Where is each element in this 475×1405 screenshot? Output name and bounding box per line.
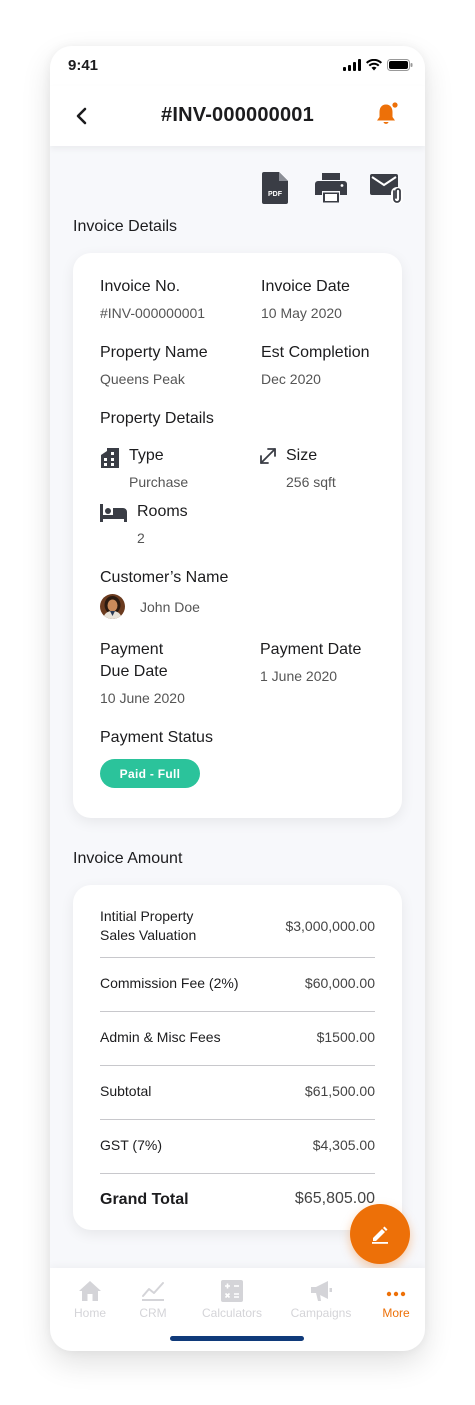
divider bbox=[100, 1011, 375, 1012]
payment-date-value: 1 June 2020 bbox=[260, 668, 338, 684]
property-details-label: Property Details bbox=[100, 410, 214, 427]
invoice-amount-heading: Invoice Amount bbox=[73, 850, 183, 867]
est-completion-value: Dec 2020 bbox=[261, 371, 321, 387]
divider bbox=[100, 1173, 375, 1174]
tab-label: Campaigns bbox=[290, 1306, 352, 1320]
grand-total-label: Grand Total bbox=[100, 1190, 189, 1208]
bell-icon bbox=[377, 101, 399, 124]
mail-attachment-icon bbox=[370, 174, 403, 204]
wifi-icon bbox=[366, 59, 382, 71]
tab-calculators[interactable]: Calculators bbox=[192, 1280, 272, 1320]
tab-label: Calculators bbox=[201, 1306, 263, 1320]
amount-label: Commission Fee (2%) bbox=[100, 974, 239, 991]
property-name-label: Property Name bbox=[100, 344, 208, 361]
status-icons bbox=[343, 59, 413, 71]
building-icon bbox=[101, 448, 119, 468]
pdf-icon: PDF bbox=[262, 172, 288, 204]
amount-label: GST (7%) bbox=[100, 1136, 162, 1153]
phone-screen: 9:41 #INV-000000001 PDF Invoice Details … bbox=[50, 46, 425, 1351]
invoice-actions: PDF bbox=[257, 170, 405, 206]
bed-icon bbox=[100, 504, 127, 522]
status-bar: 9:41 bbox=[50, 46, 425, 86]
tab-crm[interactable]: CRM bbox=[113, 1280, 193, 1320]
divider bbox=[100, 957, 375, 958]
invoice-no-value: #INV-000000001 bbox=[100, 305, 206, 321]
invoice-details-heading: Invoice Details bbox=[73, 218, 178, 235]
rooms-value: 2 bbox=[137, 530, 145, 546]
status-time: 9:41 bbox=[68, 57, 99, 74]
invoice-date-value: 10 May 2020 bbox=[261, 305, 342, 321]
amount-value: $3,000,000.00 bbox=[285, 918, 375, 934]
amount-row-gst: GST (7%) $4,305.00 bbox=[100, 1135, 375, 1155]
avatar bbox=[100, 594, 125, 619]
amount-row-commission: Commission Fee (2%) $60,000.00 bbox=[100, 973, 375, 993]
chart-icon bbox=[142, 1282, 164, 1301]
more-icon bbox=[386, 1291, 406, 1297]
payment-status-label: Payment Status bbox=[100, 729, 213, 746]
tab-label: Home bbox=[73, 1306, 106, 1320]
megaphone-icon bbox=[311, 1281, 332, 1301]
amount-label-line1: Intitial Property bbox=[100, 908, 194, 924]
customer-name-value: John Doe bbox=[140, 599, 200, 615]
battery-icon bbox=[387, 59, 413, 71]
amount-label: Subtotal bbox=[100, 1082, 152, 1099]
status-badge: Paid - Full bbox=[100, 759, 200, 788]
edit-button[interactable] bbox=[350, 1204, 410, 1264]
tab-more[interactable]: More bbox=[356, 1280, 425, 1320]
type-value: Purchase bbox=[129, 474, 189, 490]
divider bbox=[100, 1065, 375, 1066]
payment-due-label-line2: Due Date bbox=[100, 663, 168, 680]
bottom-tab-bar: Home CRM Calculators Campaigns More bbox=[50, 1268, 425, 1351]
invoice-date-label: Invoice Date bbox=[261, 278, 350, 295]
notifications-button[interactable] bbox=[369, 96, 405, 132]
home-indicator bbox=[170, 1336, 304, 1341]
printer-icon bbox=[315, 173, 347, 203]
invoice-no-label: Invoice No. bbox=[100, 278, 181, 295]
payment-date-label: Payment Date bbox=[260, 641, 362, 658]
home-icon bbox=[79, 1281, 101, 1301]
grand-total-value: $65,805.00 bbox=[294, 1190, 375, 1207]
invoice-details-card: Invoice No. #INV-000000001 Invoice Date … bbox=[73, 253, 402, 818]
print-button[interactable] bbox=[313, 170, 349, 206]
type-label: Type bbox=[129, 447, 164, 464]
amount-label: Intitial Property Sales Valuation bbox=[100, 907, 196, 945]
tab-label: CRM bbox=[139, 1306, 167, 1320]
payment-due-label-line1: Payment bbox=[100, 641, 164, 658]
invoice-amount-card: Intitial Property Sales Valuation $3,000… bbox=[73, 885, 402, 1230]
svg-text:PDF: PDF bbox=[268, 191, 283, 198]
amount-value: $61,500.00 bbox=[304, 1083, 375, 1099]
amount-value: $4,305.00 bbox=[312, 1137, 375, 1153]
amount-value: $1500.00 bbox=[316, 1029, 375, 1045]
tab-label: More bbox=[382, 1306, 410, 1320]
pdf-button[interactable]: PDF bbox=[257, 170, 293, 206]
payment-due-value: 10 June 2020 bbox=[100, 690, 185, 706]
property-name-value: Queens Peak bbox=[100, 371, 185, 387]
app-header: #INV-000000001 bbox=[50, 86, 425, 146]
est-completion-label: Est Completion bbox=[261, 344, 370, 361]
customer-avatar-image bbox=[100, 594, 125, 619]
tab-campaigns[interactable]: Campaigns bbox=[281, 1280, 361, 1320]
amount-row-admin-fees: Admin & Misc Fees $1500.00 bbox=[100, 1027, 375, 1047]
divider bbox=[100, 1119, 375, 1120]
calculator-icon bbox=[221, 1280, 243, 1302]
amount-label-line2: Sales Valuation bbox=[100, 927, 197, 943]
pencil-icon bbox=[372, 1226, 388, 1244]
email-button[interactable] bbox=[369, 170, 405, 206]
customer-name-label: Customer’s Name bbox=[100, 569, 229, 586]
resize-arrows-icon bbox=[260, 448, 276, 464]
amount-row-grand-total: Grand Total $65,805.00 bbox=[100, 1187, 375, 1211]
amount-row-subtotal: Subtotal $61,500.00 bbox=[100, 1081, 375, 1101]
size-value: 256 sqft bbox=[286, 474, 336, 490]
amount-row-valuation: Intitial Property Sales Valuation $3,000… bbox=[100, 907, 375, 945]
size-label: Size bbox=[286, 447, 318, 464]
amount-value: $60,000.00 bbox=[304, 975, 375, 991]
rooms-label: Rooms bbox=[137, 503, 188, 520]
amount-label: Admin & Misc Fees bbox=[100, 1028, 221, 1045]
signal-icon bbox=[343, 59, 361, 71]
